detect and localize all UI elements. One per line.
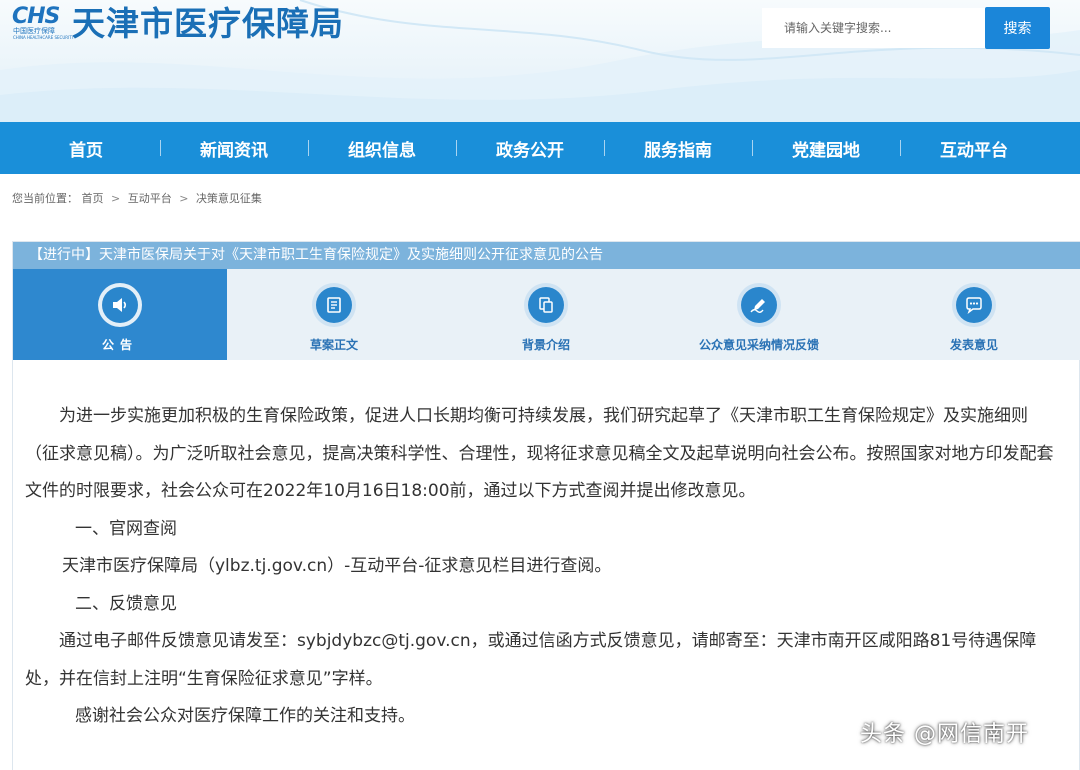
nav-service-guide[interactable]: 服务指南 [604, 122, 752, 174]
document-icon [316, 287, 352, 323]
chat-icon [956, 287, 992, 323]
chs-logo-icon: CHS 中国医疗保障 CHINA HEALTHCARE SECURITY [12, 4, 74, 42]
content-paragraph: 为进一步实施更加积极的生育保险政策，促进人口长期均衡可持续发展，我们研究起草了《… [25, 406, 1054, 501]
section-heading: 二、反馈意见 [75, 593, 177, 614]
tab-icon-ring [312, 283, 356, 327]
breadcrumb-separator: > [111, 192, 121, 205]
pen-icon [741, 287, 777, 323]
tab-draft-text[interactable]: 草案正文 [227, 269, 441, 360]
tab-label: 公告 [101, 338, 138, 352]
tab-announcement[interactable]: 公告 [13, 269, 227, 360]
tab-background[interactable]: 背景介绍 [441, 269, 651, 360]
tab-label: 草案正文 [309, 338, 358, 352]
breadcrumb-separator: > [179, 192, 189, 205]
nav-organization[interactable]: 组织信息 [308, 122, 456, 174]
logo-en: CHINA HEALTHCARE SECURITY [13, 35, 75, 40]
content-paragraph: 天津市医疗保障局（ylbz.tj.gov.cn）-互动平台-征求意见栏目进行查阅… [62, 556, 612, 576]
breadcrumb-interaction[interactable]: 互动平台 [128, 192, 172, 205]
nav-party-building[interactable]: 党建园地 [752, 122, 900, 174]
nav-interaction[interactable]: 互动平台 [900, 122, 1048, 174]
tab-label: 发表意见 [949, 338, 998, 352]
search-box [762, 8, 986, 48]
panel-title: 【进行中】天津市医保局关于对《天津市职工生育保险规定》及实施细则公开征求意见的公… [13, 242, 1080, 269]
section-heading: 一、官网查阅 [75, 518, 177, 539]
copy-icon [528, 287, 564, 323]
search-input[interactable] [762, 8, 986, 48]
nav-home[interactable]: 首页 [12, 122, 160, 174]
main-nav: 首页 新闻资讯 组织信息 政务公开 服务指南 党建园地 互动平台 [0, 122, 1080, 174]
tab-label: 公众意见采纳情况反馈 [698, 338, 819, 352]
tab-submit-opinion[interactable]: 发表意见 [867, 269, 1080, 360]
tab-label: 背景介绍 [521, 338, 570, 352]
breadcrumb-home[interactable]: 首页 [82, 192, 104, 205]
site-title: 天津市医疗保障局 [72, 4, 344, 43]
watermark: 头条 @网信南开 [860, 722, 1029, 747]
panel-tabs: 公告 草案正文 背景介绍 公众意见采纳情况反馈 发表意见 [13, 269, 1080, 360]
breadcrumb: 您当前位置： 首页 > 互动平台 > 决策意见征集 [12, 190, 262, 206]
nav-government-affairs[interactable]: 政务公开 [456, 122, 604, 174]
tab-icon-ring [737, 283, 781, 327]
tab-icon-ring [524, 283, 568, 327]
tab-icon-ring [98, 283, 142, 327]
notice-content: 为进一步实施更加积极的生育保险政策，促进人口长期均衡可持续发展，我们研究起草了《… [25, 398, 1055, 736]
tab-feedback-adoption[interactable]: 公众意见采纳情况反馈 [651, 269, 867, 360]
nav-news[interactable]: 新闻资讯 [160, 122, 308, 174]
breadcrumb-prefix: 您当前位置： [12, 192, 78, 205]
search-button[interactable]: 搜索 [985, 7, 1050, 49]
breadcrumb-current[interactable]: 决策意见征集 [196, 192, 262, 205]
speaker-icon [102, 287, 138, 323]
site-logo[interactable]: CHS 中国医疗保障 CHINA HEALTHCARE SECURITY 天津市… [12, 4, 344, 44]
content-paragraph: 通过电子邮件反馈意见请发至：sybjdybzc@tj.gov.cn，或通过信函方… [25, 631, 1037, 689]
site-header: CHS 中国医疗保障 CHINA HEALTHCARE SECURITY 天津市… [0, 0, 1080, 122]
tab-icon-ring [952, 283, 996, 327]
